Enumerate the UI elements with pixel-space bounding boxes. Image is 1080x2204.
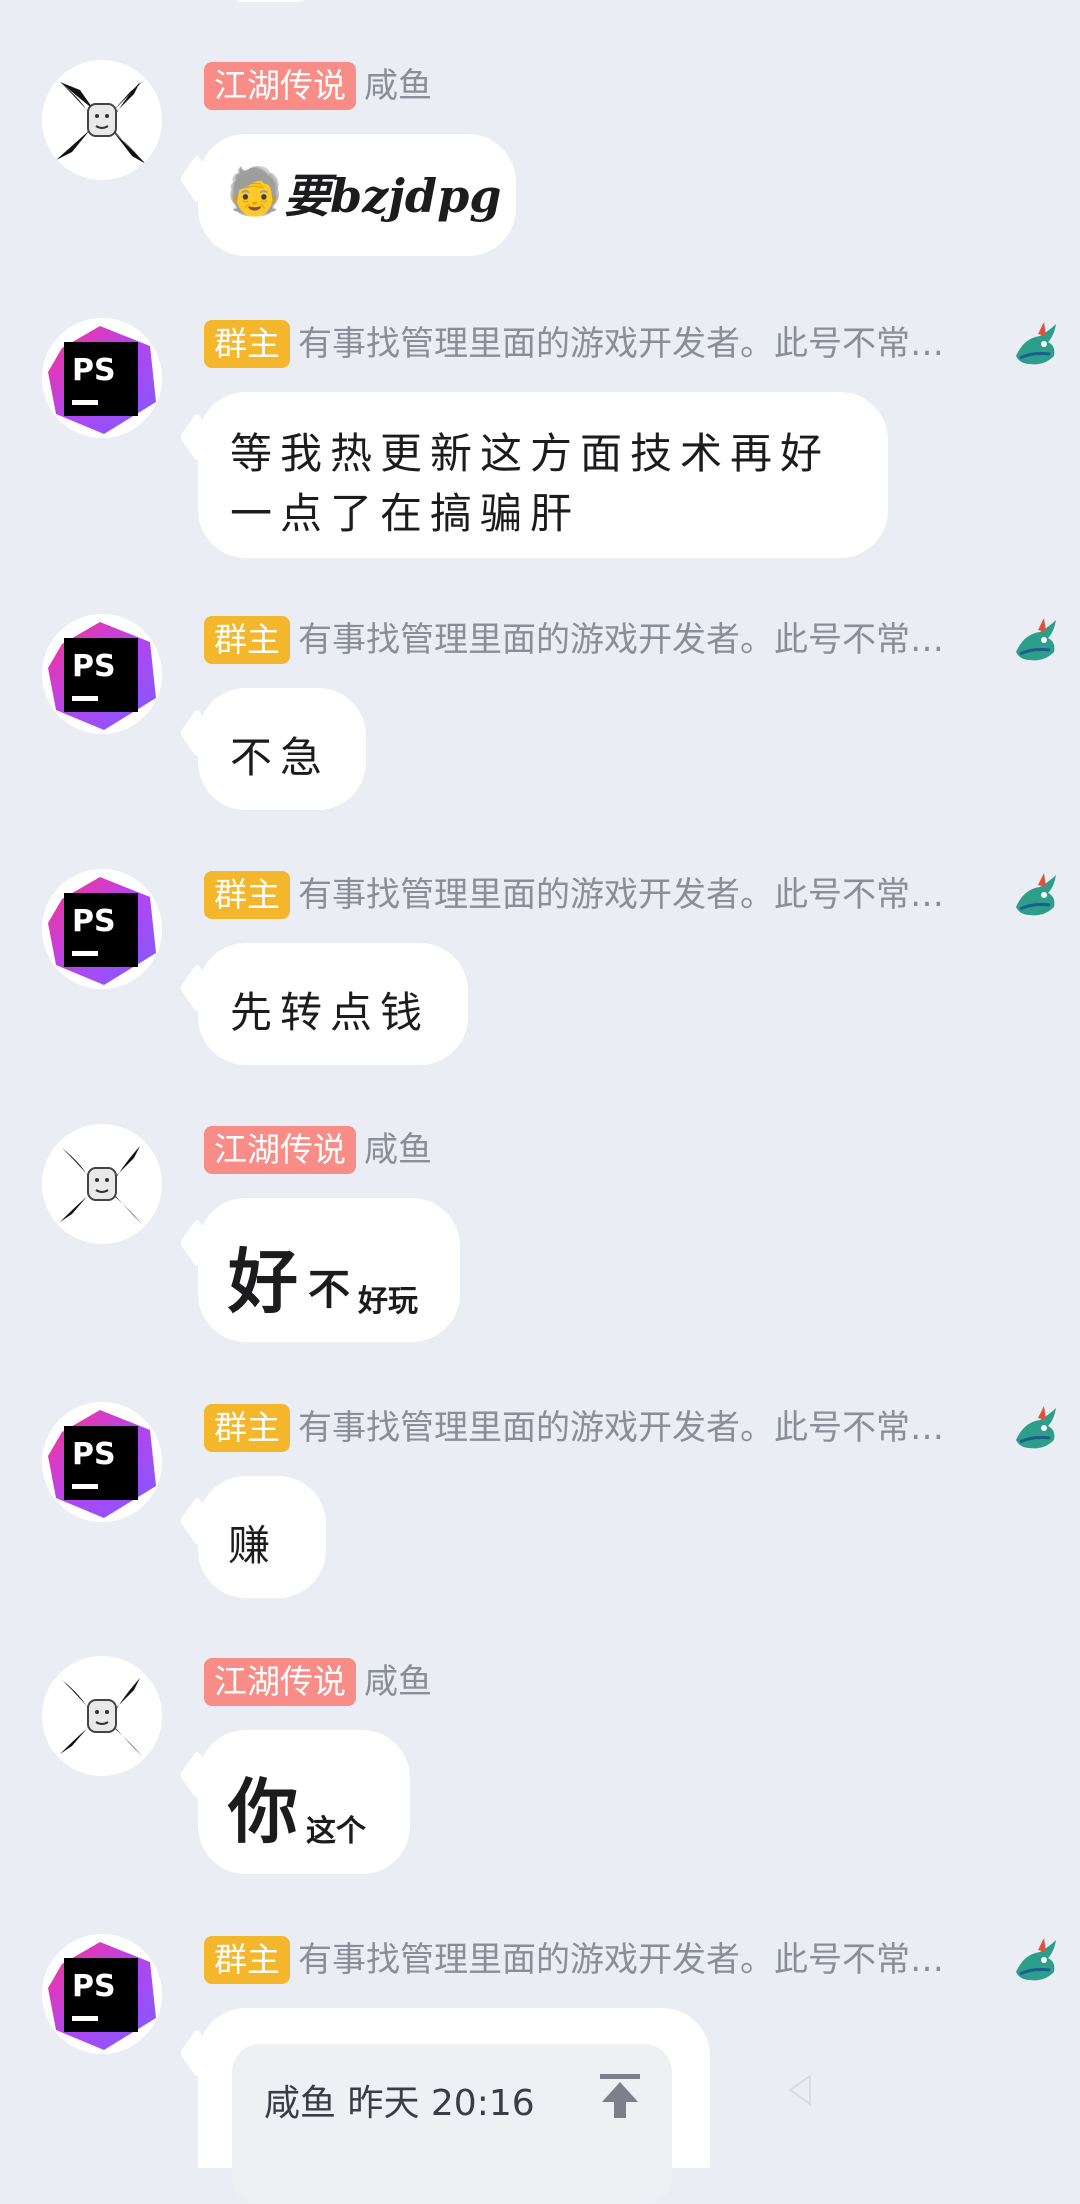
sender-name: 有事找管理里面的游戏开发者。此号不常…	[298, 1940, 944, 1980]
svg-text:PS: PS	[72, 904, 116, 939]
message-header: 群主 有事找管理里面的游戏开发者。此号不常…	[204, 871, 974, 919]
ps-logo-icon[interactable]: PS	[42, 318, 162, 438]
message-text: 等我热更新这方面技术再好	[230, 429, 831, 478]
dragon-badge-icon	[1010, 1404, 1062, 1456]
sender-name: 有事找管理里面的游戏开发者。此号不常…	[298, 324, 944, 364]
message-text: 不急	[230, 733, 331, 782]
message-text: 赚	[228, 1521, 279, 1570]
message-header: 群主 有事找管理里面的游戏开发者。此号不常…	[204, 1936, 974, 1984]
dragon-badge-icon	[1010, 1936, 1062, 1988]
message-text-mid: 不	[308, 1265, 351, 1314]
message-bubble[interactable]: 不急	[198, 688, 366, 810]
message-bubble[interactable]: 咸鱼 昨天 20:16	[198, 2008, 710, 2204]
message-header: 群主 有事找管理里面的游戏开发者。此号不常…	[204, 616, 974, 664]
message-header: 江湖传说 咸鱼	[204, 62, 432, 110]
back-arrow-icon	[780, 2070, 820, 2110]
svg-text:PS: PS	[72, 353, 116, 388]
ps-logo-icon[interactable]: PS	[42, 614, 162, 734]
message-text-small: 好玩	[358, 1284, 418, 1319]
role-tag: 群主	[204, 1404, 290, 1452]
role-tag: 群主	[204, 320, 290, 368]
message-text: 先转点钱	[230, 988, 431, 1037]
ps-logo-icon[interactable]: PS	[42, 1934, 162, 2054]
svg-text:PS: PS	[72, 1969, 116, 2004]
role-tag: 群主	[204, 871, 290, 919]
svg-text:PS: PS	[72, 649, 116, 684]
scroll-stub	[235, 0, 305, 2]
dragon-badge-icon	[1010, 871, 1062, 923]
message-header: 群主 有事找管理里面的游戏开发者。此号不常…	[204, 1404, 974, 1452]
message-text-big: 你	[228, 1770, 298, 1853]
message-text-small: 这个	[306, 1814, 366, 1849]
message-bubble[interactable]: 🧓 要bzjdpg	[198, 134, 516, 256]
ps-logo-icon[interactable]: PS	[42, 869, 162, 989]
sender-name: 咸鱼	[364, 66, 432, 106]
emoji-icon: 🧓	[226, 164, 284, 218]
meme-face-icon[interactable]	[42, 60, 162, 180]
meme-face-icon[interactable]	[42, 1656, 162, 1776]
role-tag: 群主	[204, 1936, 290, 1984]
message-text-big: 好	[228, 1240, 298, 1323]
message-bubble[interactable]: 等我热更新这方面技术再好 一点了在搞骗肝	[198, 392, 888, 558]
message-text: 要bzjdpg	[284, 169, 502, 223]
message-header: 江湖传说 咸鱼	[204, 1658, 432, 1706]
quote-meta: 咸鱼 昨天 20:16	[264, 2083, 535, 2124]
sender-name: 有事找管理里面的游戏开发者。此号不常…	[298, 1408, 944, 1448]
message-bubble[interactable]: 你 这个	[198, 1730, 410, 1874]
message-header: 群主 有事找管理里面的游戏开发者。此号不常…	[204, 320, 974, 368]
role-tag: 江湖传说	[204, 62, 356, 110]
message-bubble[interactable]: 好 不 好玩	[198, 1198, 460, 1342]
svg-text:PS: PS	[72, 1437, 116, 1472]
role-tag: 群主	[204, 616, 290, 664]
sender-name: 咸鱼	[364, 1662, 432, 1702]
meme-face-icon[interactable]	[42, 1124, 162, 1244]
role-tag: 江湖传说	[204, 1658, 356, 1706]
role-tag: 江湖传说	[204, 1126, 356, 1174]
message-header: 江湖传说 咸鱼	[204, 1126, 432, 1174]
sender-name: 咸鱼	[364, 1130, 432, 1170]
message-bubble[interactable]: 先转点钱	[198, 943, 468, 1065]
message-text: 一点了在搞骗肝	[230, 489, 581, 538]
ps-logo-icon[interactable]: PS	[42, 1402, 162, 1522]
quote-card[interactable]: 咸鱼 昨天 20:16	[232, 2044, 672, 2204]
sender-name: 有事找管理里面的游戏开发者。此号不常…	[298, 620, 944, 660]
pin-top-icon[interactable]	[598, 2072, 642, 2120]
sender-name: 有事找管理里面的游戏开发者。此号不常…	[298, 875, 944, 915]
dragon-badge-icon	[1010, 616, 1062, 668]
message-bubble[interactable]: 赚	[198, 1476, 326, 1598]
dragon-badge-icon	[1010, 320, 1062, 372]
